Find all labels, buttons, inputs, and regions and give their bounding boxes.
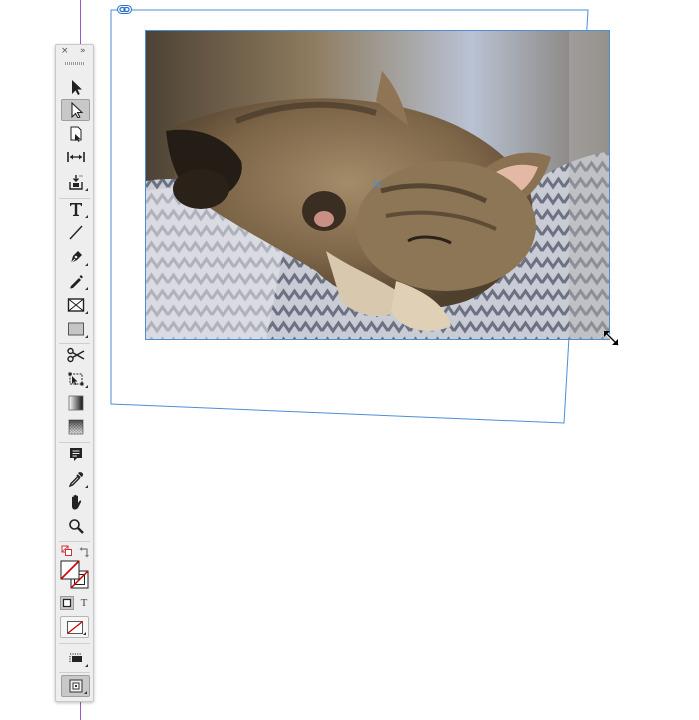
collapse-icon[interactable]: » xyxy=(80,45,85,57)
tools-panel: × » T xyxy=(55,44,94,702)
drag-handle[interactable] xyxy=(65,62,84,65)
fill-stroke-proxy[interactable] xyxy=(60,560,90,590)
resize-cursor-icon xyxy=(602,329,620,347)
fill-stroke-swatch-icon xyxy=(60,560,89,589)
screen-mode-icon xyxy=(69,653,82,662)
zoom-tool[interactable] xyxy=(61,515,90,537)
selection-tool[interactable] xyxy=(61,76,90,98)
line-tool[interactable] xyxy=(61,221,90,243)
gradient-swatch-tool[interactable] xyxy=(61,392,90,414)
content-collector-tool[interactable] xyxy=(61,171,90,193)
link-icon[interactable] xyxy=(117,5,132,14)
type-tool[interactable] xyxy=(61,198,90,220)
pencil-tool[interactable] xyxy=(61,270,90,292)
collector-icon xyxy=(68,175,83,190)
gap-tool[interactable] xyxy=(61,146,90,168)
view-mode-button[interactable] xyxy=(61,675,90,697)
frame-overflow-area xyxy=(569,31,609,339)
page-icon xyxy=(70,126,81,142)
screen-mode-button[interactable] xyxy=(61,647,90,669)
page-tool[interactable] xyxy=(61,123,90,145)
gradient-icon xyxy=(68,395,83,411)
swap-arrows-icon xyxy=(79,547,89,558)
eyedropper-icon xyxy=(68,472,83,487)
arrow-black-icon xyxy=(71,80,82,95)
rectangle-tool[interactable] xyxy=(61,318,90,340)
rectangle-frame-icon xyxy=(67,298,84,312)
swap-fill-stroke-button[interactable] xyxy=(78,545,92,559)
scissors-tool[interactable] xyxy=(61,344,90,366)
default-fill-stroke-button[interactable] xyxy=(60,544,74,558)
scissors-icon xyxy=(66,347,84,363)
tool-group-separator xyxy=(59,643,90,644)
tool-group-separator xyxy=(59,541,90,542)
type-icon xyxy=(69,203,82,216)
gradient-feather-icon xyxy=(68,419,83,435)
tools-panel-header[interactable]: × » xyxy=(56,45,93,57)
zoom-icon xyxy=(68,519,84,534)
arrow-white-icon xyxy=(70,102,83,118)
pencil-icon xyxy=(69,275,83,289)
direct-selection-tool[interactable] xyxy=(61,99,90,121)
free-transform-tool[interactable] xyxy=(61,368,90,390)
view-mode-icon xyxy=(69,679,82,693)
note-tool[interactable] xyxy=(61,443,90,465)
tool-group-separator xyxy=(59,672,90,673)
container-icon xyxy=(60,596,74,610)
close-icon[interactable]: × xyxy=(61,45,69,57)
pen-icon xyxy=(70,251,82,264)
rectangle-icon xyxy=(67,322,84,336)
note-icon xyxy=(69,448,82,461)
line-icon xyxy=(68,225,83,240)
none-swatch-icon xyxy=(66,620,83,634)
pen-tool[interactable] xyxy=(61,246,90,268)
eyedropper-tool[interactable] xyxy=(61,468,90,490)
gradient-feather-tool[interactable] xyxy=(61,416,90,438)
hand-tool[interactable] xyxy=(61,491,90,513)
free-transform-icon xyxy=(68,372,83,386)
rectangle-frame-tool[interactable] xyxy=(61,294,90,316)
formatting-affects-container-button[interactable] xyxy=(60,596,74,610)
default-colors-icon xyxy=(61,545,72,556)
hand-icon xyxy=(71,494,81,510)
formatting-affects-text-button[interactable]: T xyxy=(77,596,91,610)
apply-none-button[interactable] xyxy=(60,616,89,638)
frame-center-point xyxy=(372,179,382,189)
gap-icon xyxy=(66,152,85,162)
